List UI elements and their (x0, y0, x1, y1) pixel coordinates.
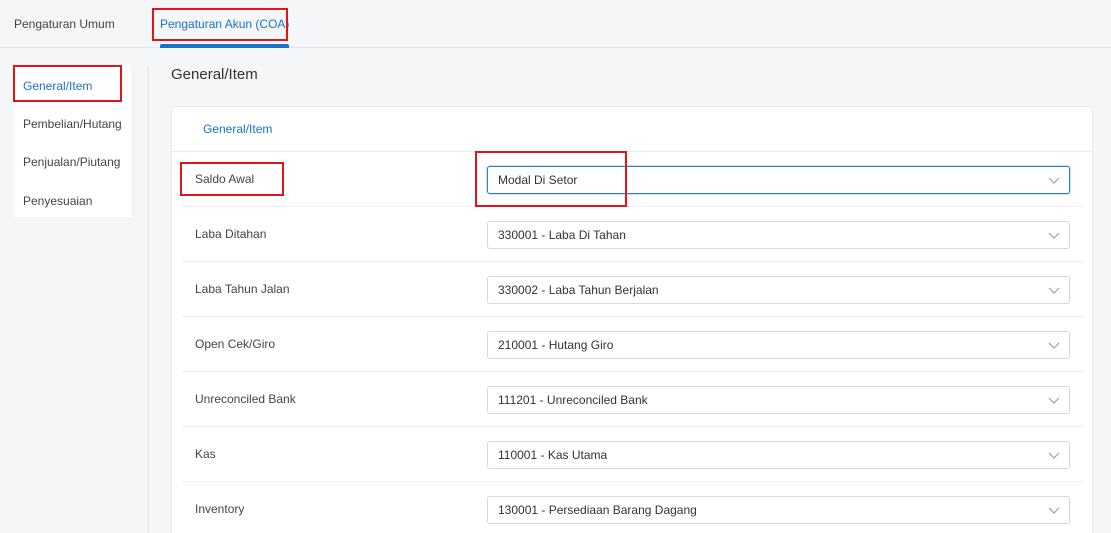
chevron-down-icon (1048, 507, 1060, 514)
laba-tahun-jalan-select[interactable]: 330002 - Laba Tahun Berjalan (487, 276, 1070, 304)
top-tab-bar: Pengaturan Umum Pengaturan Akun (COA) (0, 0, 1111, 48)
chevron-down-icon (1048, 342, 1060, 349)
active-tab-indicator (160, 44, 290, 48)
sidebar-nav: General/Item Pembelian/Hutang Penjualan/… (14, 65, 131, 217)
page-title: General/Item (171, 66, 258, 83)
select-value: 210001 - Hutang Giro (498, 338, 614, 352)
chevron-down-icon (1048, 177, 1060, 184)
settings-card: General/Item Saldo Awal Modal Di Setor L… (171, 106, 1093, 533)
open-cek-giro-select[interactable]: 210001 - Hutang Giro (487, 331, 1070, 359)
select-value: 330001 - Laba Di Tahan (498, 228, 626, 242)
chevron-down-icon (1048, 397, 1060, 404)
select-value: 130001 - Persediaan Barang Dagang (498, 503, 697, 517)
tab-pengaturan-umum-label: Pengaturan Umum (14, 17, 115, 31)
select-value: 330002 - Laba Tahun Berjalan (498, 283, 659, 297)
setting-row-open-cek-giro: Open Cek/Giro 210001 - Hutang Giro (182, 317, 1084, 372)
laba-ditahan-select[interactable]: 330001 - Laba Di Tahan (487, 221, 1070, 249)
setting-label: Open Cek/Giro (195, 337, 276, 351)
setting-row-laba-tahun-jalan: Laba Tahun Jalan 330002 - Laba Tahun Ber… (182, 262, 1084, 317)
sidebar-item-label: Penjualan/Piutang (23, 155, 121, 169)
card-tab-general-item[interactable]: General/Item (203, 122, 272, 136)
sidebar-item-general-item[interactable]: General/Item (23, 76, 92, 96)
tab-pengaturan-akun-coa-label: Pengaturan Akun (COA) (160, 17, 290, 31)
sidebar-item-pembelian-hutang[interactable]: Pembelian/Hutang (23, 114, 122, 134)
kas-select[interactable]: 110001 - Kas Utama (487, 441, 1070, 469)
setting-row-unreconciled-bank: Unreconciled Bank 111201 - Unreconciled … (182, 372, 1084, 427)
tab-pengaturan-umum[interactable]: Pengaturan Umum (14, 0, 115, 48)
chevron-down-icon (1048, 287, 1060, 294)
setting-row-laba-ditahan: Laba Ditahan 330001 - Laba Di Tahan (182, 207, 1084, 262)
sidebar-item-label: Pembelian/Hutang (23, 117, 122, 131)
setting-row-kas: Kas 110001 - Kas Utama (182, 427, 1084, 482)
tab-pengaturan-akun-coa[interactable]: Pengaturan Akun (COA) (160, 0, 290, 48)
select-value: 110001 - Kas Utama (498, 448, 608, 462)
setting-label: Unreconciled Bank (195, 392, 296, 406)
sidebar-item-penjualan-piutang[interactable]: Penjualan/Piutang (23, 152, 120, 172)
setting-label: Laba Ditahan (195, 227, 267, 241)
setting-label: Kas (195, 447, 216, 461)
setting-label: Laba Tahun Jalan (195, 282, 290, 296)
setting-row-saldo-awal: Saldo Awal Modal Di Setor (182, 152, 1084, 207)
setting-row-inventory: Inventory 130001 - Persediaan Barang Dag… (182, 482, 1084, 533)
setting-label: Saldo Awal (195, 172, 255, 186)
select-value: Modal Di Setor (498, 173, 578, 187)
setting-label: Inventory (195, 502, 245, 516)
vertical-divider (148, 66, 149, 533)
chevron-down-icon (1048, 232, 1060, 239)
sidebar-item-label: Penyesuaian (23, 194, 93, 208)
inventory-select[interactable]: 130001 - Persediaan Barang Dagang (487, 496, 1070, 524)
sidebar-item-label: General/Item (23, 79, 93, 93)
chevron-down-icon (1048, 452, 1060, 459)
select-value: 111201 - Unreconciled Bank (498, 393, 648, 407)
saldo-awal-select[interactable]: Modal Di Setor (487, 166, 1070, 194)
sidebar-item-penyesuaian[interactable]: Penyesuaian (23, 191, 92, 211)
unreconciled-bank-select[interactable]: 111201 - Unreconciled Bank (487, 386, 1070, 414)
